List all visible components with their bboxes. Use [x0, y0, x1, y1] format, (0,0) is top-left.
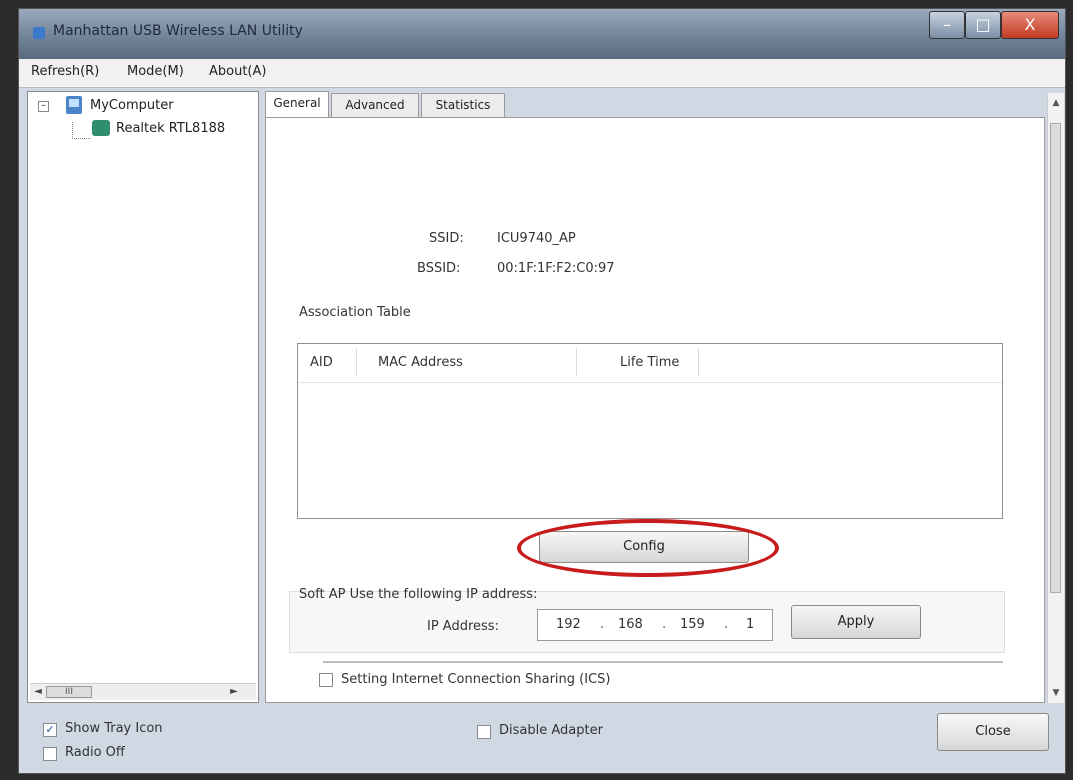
- close-button[interactable]: Close: [937, 713, 1049, 751]
- softap-label: Soft AP Use the following IP address:: [299, 587, 538, 602]
- scroll-up-icon[interactable]: ▲: [1048, 95, 1064, 111]
- ssid-value: ICU9740_AP: [497, 231, 576, 246]
- maximize-button[interactable]: □: [965, 11, 1001, 39]
- tree-item-mycomputer[interactable]: MyComputer: [90, 98, 174, 113]
- association-table[interactable]: AID MAC Address Life Time: [297, 343, 1003, 519]
- network-adapter-icon: [92, 120, 110, 136]
- menu-refresh[interactable]: Refresh(R): [31, 64, 99, 79]
- bssid-value: 00:1F:1F:F2:C0:97: [497, 261, 615, 276]
- column-divider: [698, 348, 699, 376]
- menu-mode[interactable]: Mode(M): [127, 64, 184, 79]
- radio-off-checkbox[interactable]: [43, 747, 57, 761]
- minimize-button[interactable]: –: [929, 11, 965, 39]
- radio-off-label: Radio Off: [65, 745, 125, 760]
- ip-octet-4[interactable]: 1: [746, 617, 754, 632]
- ip-octet-2[interactable]: 168: [618, 617, 643, 632]
- app-icon: [33, 27, 45, 39]
- ip-address-label: IP Address:: [427, 619, 499, 634]
- ip-dot: .: [662, 617, 667, 632]
- show-tray-checkbox[interactable]: ✓: [43, 723, 57, 737]
- tab-general[interactable]: General: [265, 91, 329, 118]
- tree-horizontal-scrollbar[interactable]: ◄ III ►: [30, 683, 256, 700]
- ip-dot: .: [724, 617, 729, 632]
- apply-button[interactable]: Apply: [791, 605, 921, 639]
- ip-address-input[interactable]: 192 . 168 . 159 . 1: [537, 609, 773, 641]
- title-bar[interactable]: Manhattan USB Wireless LAN Utility – □ X: [19, 9, 1065, 59]
- ics-checkbox[interactable]: [319, 673, 333, 687]
- menu-bar: Refresh(R) Mode(M) About(A): [19, 59, 1065, 88]
- association-table-title: Association Table: [299, 305, 411, 320]
- column-divider: [356, 348, 357, 376]
- ip-octet-1[interactable]: 192: [556, 617, 581, 632]
- tree-collapse-toggle[interactable]: –: [38, 101, 49, 112]
- ip-dot: .: [600, 617, 605, 632]
- tree-connector: [72, 122, 91, 139]
- device-tree: – MyComputer Realtek RTL8188 ◄ III ►: [27, 91, 259, 703]
- menu-about[interactable]: About(A): [209, 64, 266, 79]
- bssid-label: BSSID:: [417, 261, 461, 276]
- ssid-label: SSID:: [429, 231, 464, 246]
- ip-octet-3[interactable]: 159: [680, 617, 705, 632]
- show-tray-label: Show Tray Icon: [65, 721, 163, 736]
- tab-statistics[interactable]: Statistics: [421, 93, 505, 117]
- separator: [323, 661, 1003, 663]
- utility-window: Manhattan USB Wireless LAN Utility – □ X…: [18, 8, 1066, 774]
- tab-advanced[interactable]: Advanced: [331, 93, 419, 117]
- ics-label: Setting Internet Connection Sharing (ICS…: [341, 672, 611, 687]
- scroll-down-icon[interactable]: ▼: [1048, 685, 1064, 701]
- column-mac-address[interactable]: MAC Address: [378, 355, 463, 370]
- window-title: Manhattan USB Wireless LAN Utility: [53, 23, 303, 39]
- computer-icon: [66, 96, 82, 114]
- scroll-left-icon[interactable]: ◄: [30, 684, 46, 700]
- vertical-scroll-thumb[interactable]: [1050, 123, 1061, 593]
- config-button[interactable]: Config: [539, 531, 749, 563]
- column-divider: [576, 348, 577, 376]
- scroll-right-icon[interactable]: ►: [226, 684, 242, 700]
- column-aid[interactable]: AID: [310, 355, 333, 370]
- column-life-time[interactable]: Life Time: [620, 355, 679, 370]
- scroll-thumb[interactable]: III: [46, 686, 92, 698]
- association-table-header: AID MAC Address Life Time: [298, 344, 1002, 383]
- disable-adapter-label: Disable Adapter: [499, 723, 603, 738]
- window-close-button[interactable]: X: [1001, 11, 1059, 39]
- disable-adapter-checkbox[interactable]: [477, 725, 491, 739]
- panel-vertical-scrollbar[interactable]: ▲ ▼: [1047, 93, 1064, 703]
- tree-item-adapter[interactable]: Realtek RTL8188: [116, 121, 225, 136]
